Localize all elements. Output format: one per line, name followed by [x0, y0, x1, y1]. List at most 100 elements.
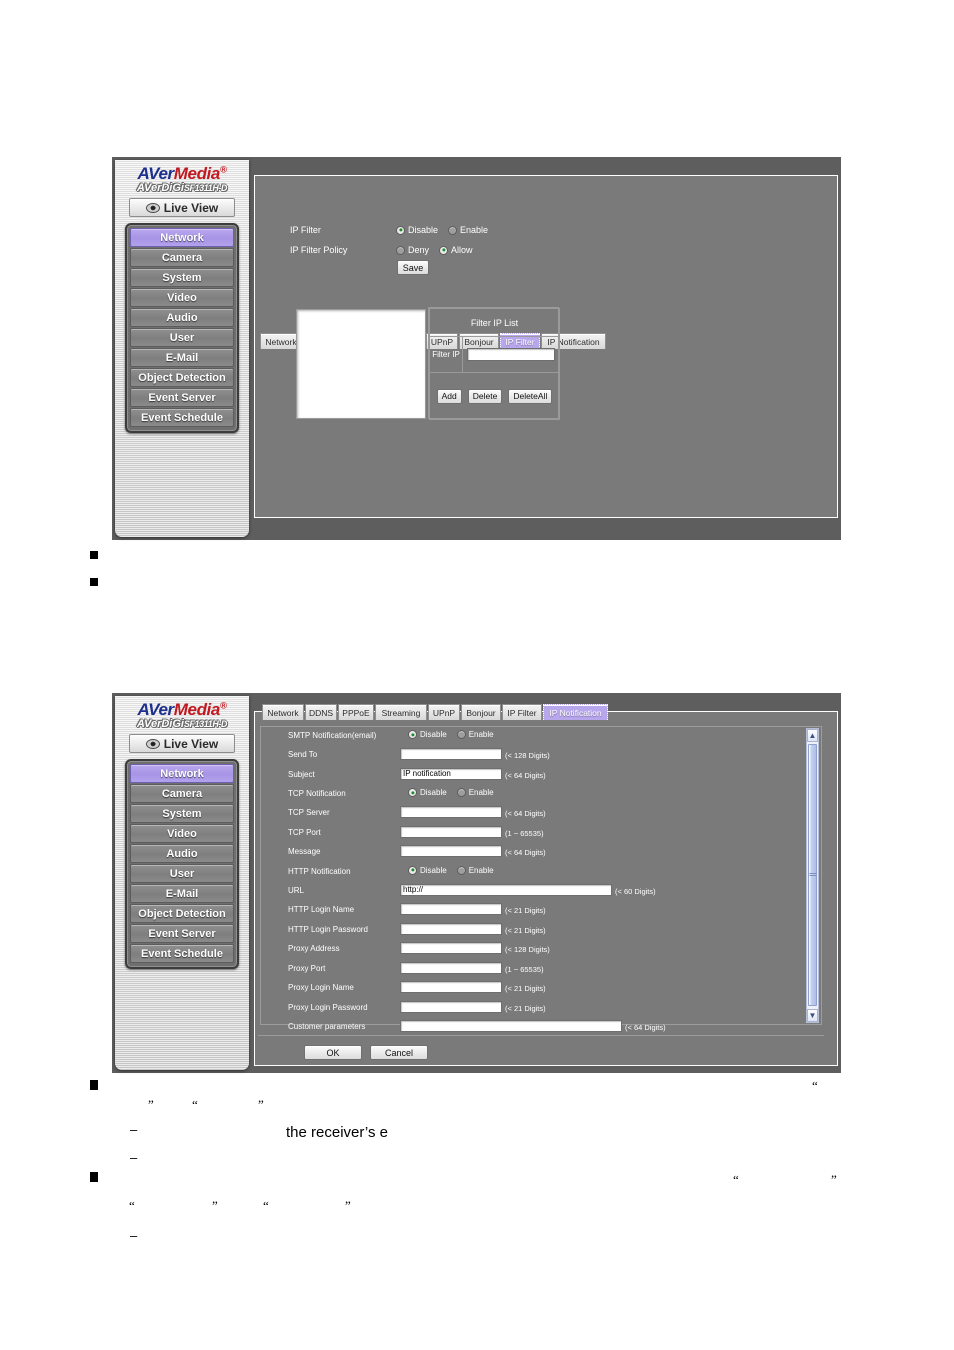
radio-ip-filter-enable[interactable]: [448, 225, 458, 235]
radio-policy-deny[interactable]: [396, 245, 405, 255]
brand-model-2: SF1311H-D: [183, 719, 228, 729]
ip-filter-policy-label: IP Filter Policy: [290, 245, 348, 255]
sidebar-item-label: Video: [167, 291, 197, 304]
http-notification-radio-group: Disable Enable: [408, 865, 504, 875]
sidebar-item-label: Event Server: [148, 391, 216, 404]
eye-icon: [145, 202, 160, 213]
sidebar-item-label: Network: [160, 231, 204, 244]
sidebar-item-user[interactable]: User: [130, 328, 234, 347]
sidebar-item-audio[interactable]: Audio: [130, 308, 234, 327]
save-button[interactable]: Save: [397, 260, 429, 275]
sidebar-item-label: E-Mail: [165, 351, 199, 364]
proxy-address-input[interactable]: [400, 942, 502, 954]
radio-http-notification-enable[interactable]: [456, 865, 466, 875]
bullet-marker: [90, 551, 98, 559]
delete-button-label: Delete: [472, 391, 498, 401]
sidebar-item-event-schedule[interactable]: Event Schedule: [130, 408, 234, 427]
bullet-marker: [90, 1172, 98, 1182]
radio-policy-allow[interactable]: [439, 245, 449, 255]
sidebar-item-network[interactable]: Network: [130, 228, 234, 247]
http-login-password-label: HTTP Login Password: [288, 924, 368, 934]
live-view-button[interactable]: Live View: [129, 198, 235, 217]
delete-button[interactable]: Delete: [467, 388, 503, 404]
smtp-notification-email-label: SMTP Notification(email): [288, 731, 377, 740]
subject-input[interactable]: IP notification: [400, 767, 502, 780]
brand-model-line-2: AVerDiGiSF1311H-D: [115, 719, 249, 730]
sidebar-item-event-schedule[interactable]: Event Schedule: [130, 944, 234, 963]
sidebar-item-audio[interactable]: Audio: [130, 844, 234, 863]
radio-smtp-notification-email-disable[interactable]: [408, 730, 417, 739]
radio-smtp-notification-email-enable[interactable]: [456, 730, 466, 739]
radio-policy-deny-label: Deny: [408, 245, 430, 255]
sidebar-item-camera[interactable]: Camera: [130, 784, 234, 803]
radio-tcp-notification-disable-label: Disable: [420, 788, 447, 797]
deleteall-button[interactable]: DeleteAll: [508, 388, 553, 404]
sidebar-item-network[interactable]: Network: [130, 764, 234, 783]
sidebar-item-e-mail[interactable]: E-Mail: [130, 348, 234, 367]
tcp-server-input[interactable]: [400, 806, 502, 818]
sidebar-item-video[interactable]: Video: [130, 288, 234, 307]
radio-http-notification-disable[interactable]: [408, 865, 417, 875]
filter-ip-input[interactable]: [467, 348, 555, 361]
http-login-password-hint: (< 21 Digits): [505, 925, 546, 935]
http-notification-label: HTTP Notification: [288, 866, 351, 876]
filter-ip-listbox[interactable]: [296, 309, 426, 419]
subject-label: Subject: [288, 769, 315, 779]
sidebar-item-system[interactable]: System: [130, 804, 234, 823]
filter-ip-list-table: Filter IP List Filter IP Add Delete Delete…: [428, 307, 560, 420]
message-input[interactable]: [400, 845, 502, 857]
sidebar-item-label: Object Detection: [138, 371, 226, 384]
ip-notification-window: AVerMedia® AVerDiGiSF1311H-D Live View N…: [112, 693, 841, 1073]
sidebar-item-label: Audio: [166, 311, 198, 324]
bullet-marker: [90, 1080, 98, 1090]
customer-parameters-label: Customer parameters: [288, 1022, 366, 1031]
live-view-button-2[interactable]: Live View: [129, 734, 235, 753]
sidebar-item-event-server[interactable]: Event Server: [130, 924, 234, 943]
quote-glyph: ”: [831, 1172, 837, 1187]
proxy-address-hint: (< 128 Digits): [505, 945, 550, 954]
customer-parameters-input[interactable]: [400, 1020, 622, 1032]
sidebar-item-camera[interactable]: Camera: [130, 248, 234, 267]
url-input[interactable]: http://: [400, 883, 612, 896]
proxy-port-hint: (1 ~ 65535): [505, 964, 544, 974]
send-to-input[interactable]: [400, 748, 502, 760]
proxy-login-name-input[interactable]: [400, 981, 502, 993]
sidebar-item-video[interactable]: Video: [130, 824, 234, 843]
filter-ip-cell-input-wrap: [462, 336, 560, 373]
brand-logo: AVerMedia®: [115, 165, 249, 182]
scroll-down-arrow[interactable]: ▼: [807, 1009, 818, 1022]
sidebar-item-user[interactable]: User: [130, 864, 234, 883]
proxy-login-password-input[interactable]: [400, 1000, 502, 1013]
radio-tcp-notification-enable-label: Enable: [468, 788, 494, 797]
sidebar-item-system[interactable]: System: [130, 268, 234, 287]
tcp-port-input[interactable]: [400, 825, 502, 838]
add-button-label: Add: [441, 391, 457, 401]
radio-tcp-notification-disable[interactable]: [408, 788, 417, 797]
cancel-button[interactable]: Cancel: [370, 1045, 428, 1060]
add-button[interactable]: Add: [436, 388, 462, 404]
vertical-scrollbar[interactable]: ▲ ▼: [806, 728, 819, 1023]
sidebar-item-label: E-Mail: [165, 887, 199, 900]
scroll-thumb-grip: [809, 873, 816, 877]
ok-button[interactable]: OK: [304, 1045, 362, 1060]
quote-glyph: ”: [345, 1198, 351, 1213]
dash-glyph: –: [130, 1228, 138, 1243]
brand-averdigi: AVerDiGi: [136, 182, 184, 194]
sidebar-item-e-mail[interactable]: E-Mail: [130, 884, 234, 903]
radio-ip-filter-disable[interactable]: [396, 225, 405, 235]
sidebar-item-object-detection[interactable]: Object Detection: [130, 368, 234, 387]
sidebar-item-label: Event Server: [148, 927, 216, 940]
radio-tcp-notification-enable[interactable]: [456, 788, 466, 797]
proxy-port-input[interactable]: [400, 961, 502, 974]
http-login-name-input[interactable]: [400, 903, 502, 915]
quote-glyph: “: [263, 1198, 269, 1213]
sidebar-item-object-detection[interactable]: Object Detection: [130, 904, 234, 923]
sidebar-item-label: System: [162, 271, 202, 284]
sidebar-nav-2: Network Camera System Video Audio User E-Mail O…: [125, 759, 239, 969]
scroll-up-arrow[interactable]: ▲: [807, 729, 818, 742]
sidebar-item-event-server[interactable]: Event Server: [130, 388, 234, 407]
scroll-thumb[interactable]: [808, 744, 817, 1006]
deleteall-button-label: DeleteAll: [513, 391, 548, 401]
quote-glyph: ”: [212, 1198, 218, 1213]
http-login-password-input[interactable]: [400, 922, 502, 935]
